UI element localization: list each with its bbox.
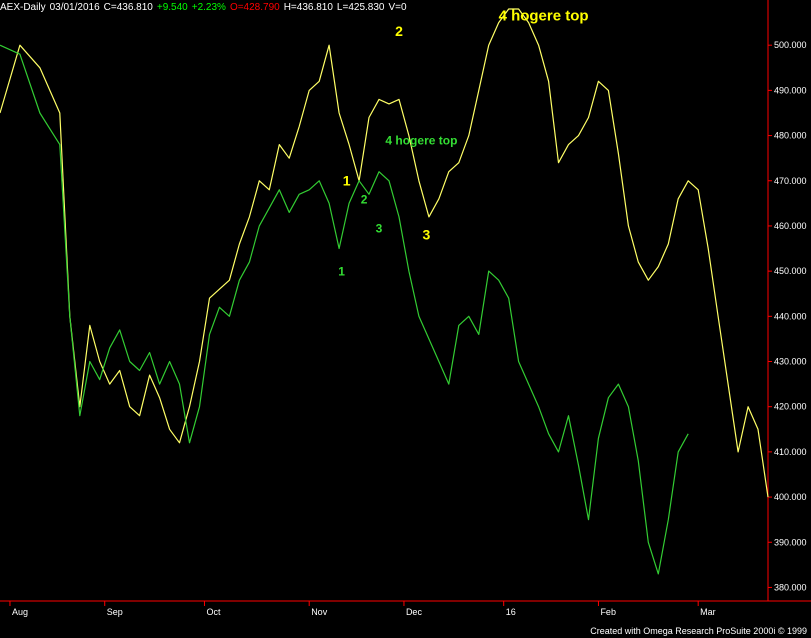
x-tick-label: Sep (107, 607, 123, 617)
chart-annotation: 4 hogere top (499, 7, 589, 24)
y-tick-label: 470.000 (774, 176, 807, 186)
chart-annotation: 2 (361, 192, 368, 206)
y-tick-label: 420.000 (774, 402, 807, 412)
y-tick-label: 480.000 (774, 131, 807, 141)
x-tick-label: 16 (506, 607, 516, 617)
chart-annotation: 4 hogere top (385, 134, 457, 148)
yellow-series-line (0, 8, 769, 498)
chart-annotation: 3 (376, 222, 383, 236)
y-tick-label: 440.000 (774, 311, 807, 321)
y-tick-label: 380.000 (774, 582, 807, 592)
x-tick-label: Nov (311, 607, 328, 617)
chart-annotation: 3 (422, 226, 430, 242)
x-tick-label: Aug (12, 607, 28, 617)
chart-annotation: 1 (343, 172, 351, 188)
y-tick-label: 390.000 (774, 537, 807, 547)
x-tick-label: Dec (406, 607, 423, 617)
x-tick-label: Feb (600, 607, 616, 617)
y-tick-label: 450.000 (774, 266, 807, 276)
x-tick-label: Oct (206, 607, 221, 617)
y-tick-label: 490.000 (774, 85, 807, 95)
y-tick-label: 500.000 (774, 40, 807, 50)
credit-text: Created with Omega Research ProSuite 200… (590, 626, 807, 636)
y-tick-label: 400.000 (774, 492, 807, 502)
price-chart[interactable]: 380.000 390.000 400.000 410.000 420.000 430.0… (0, 0, 811, 638)
chart-annotation: 2 (395, 23, 403, 39)
y-tick-label: 460.000 (774, 221, 807, 231)
x-tick-label: Mar (700, 607, 716, 617)
chart-annotation: 1 (338, 265, 345, 279)
y-tick-label: 430.000 (774, 357, 807, 367)
y-tick-label: 410.000 (774, 447, 807, 457)
